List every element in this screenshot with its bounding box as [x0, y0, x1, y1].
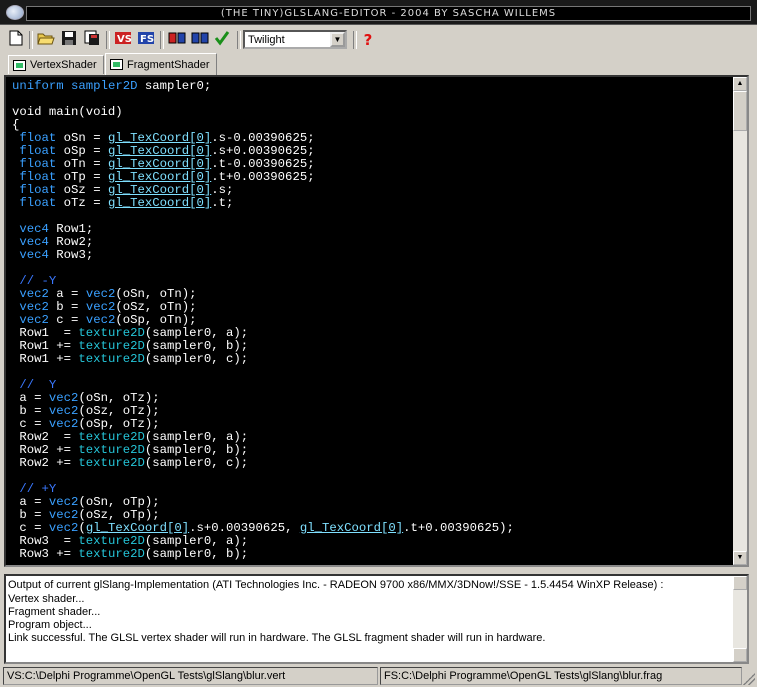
title-frame: (THE TINY)GLSLANG-EDITOR - 2004 BY SASCH…: [26, 6, 751, 21]
toolbar-separator: [160, 31, 164, 49]
new-file-icon[interactable]: [6, 30, 26, 50]
code-text[interactable]: uniform sampler2D sampler0; void main(vo…: [12, 80, 514, 561]
check-icon[interactable]: [212, 30, 232, 50]
compile-icon[interactable]: [167, 30, 187, 50]
output-line: Vertex shader...: [8, 593, 85, 605]
code-editor[interactable]: uniform sampler2D sampler0; void main(vo…: [4, 75, 749, 567]
scroll-down-icon[interactable]: [733, 648, 747, 662]
output-line: Output of current glSlang-Implementation…: [8, 579, 664, 591]
output-line: Fragment shader...: [8, 606, 101, 618]
toolbar-separator: [237, 31, 241, 49]
vertex-path-status: VS:C:\Delphi Programme\OpenGL Tests\glSl…: [3, 667, 378, 685]
toolbar-separator: [29, 31, 33, 49]
open-folder-icon[interactable]: [36, 30, 56, 50]
scroll-down-icon[interactable]: ▼: [733, 551, 747, 565]
toolbar: VS FS ?: [0, 27, 757, 53]
output-panel[interactable]: Output of current glSlang-Implementation…: [4, 574, 749, 664]
tab-vertexshader[interactable]: VertexShader: [8, 55, 104, 74]
chevron-down-icon[interactable]: ▼: [330, 32, 345, 47]
status-bar: VS:C:\Delphi Programme\OpenGL Tests\glSl…: [0, 665, 757, 687]
app-icon[interactable]: [6, 5, 24, 20]
scroll-up-icon[interactable]: [733, 576, 747, 590]
editor-scrollbar[interactable]: ▲ ▼: [733, 77, 747, 565]
svg-text:VS: VS: [117, 34, 132, 45]
toolbar-separator: [106, 31, 110, 49]
scrollbar-thumb[interactable]: [733, 91, 747, 131]
toolbar-separator: [353, 31, 357, 49]
fragment-path-status: FS:C:\Delphi Programme\OpenGL Tests\glSl…: [380, 667, 742, 685]
theme-select[interactable]: Twilight ▼: [243, 30, 347, 49]
theme-select-value: Twilight: [248, 34, 285, 46]
fragment-icon[interactable]: FS: [136, 30, 156, 50]
svg-text:FS: FS: [140, 34, 154, 45]
save-icon[interactable]: [59, 30, 79, 50]
save-all-icon[interactable]: [82, 30, 102, 50]
resize-grip-icon[interactable]: [743, 673, 755, 685]
tab-label: VertexShader: [30, 59, 97, 71]
output-line: Link successful. The GLSL vertex shader …: [8, 632, 546, 644]
help-icon[interactable]: ?: [358, 30, 378, 50]
output-scrollbar[interactable]: [733, 576, 747, 662]
vertex-shader-icon: [13, 59, 26, 71]
fragment-shader-icon: [110, 59, 123, 70]
link-icon[interactable]: [190, 30, 210, 50]
tab-fragmentshader[interactable]: FragmentShader: [105, 53, 217, 75]
shader-tabs: VertexShader FragmentShader: [0, 53, 757, 75]
vertex-icon[interactable]: VS: [113, 30, 133, 50]
tab-label: FragmentShader: [127, 58, 210, 71]
output-line: Program object...: [8, 619, 92, 631]
scroll-up-icon[interactable]: ▲: [733, 77, 747, 91]
title-bar[interactable]: (THE TINY)GLSLANG-EDITOR - 2004 BY SASCH…: [0, 0, 757, 25]
window-title: (THE TINY)GLSLANG-EDITOR - 2004 BY SASCH…: [220, 8, 557, 19]
